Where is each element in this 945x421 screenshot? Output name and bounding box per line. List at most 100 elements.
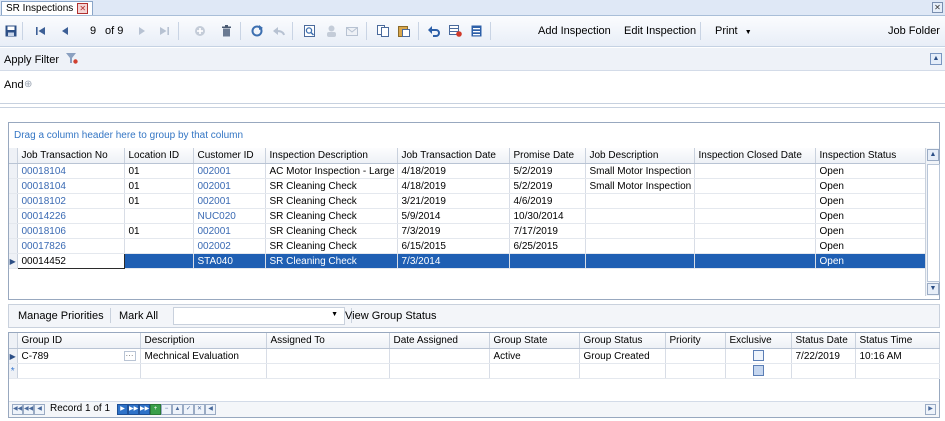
status-date-cell[interactable]: 7/22/2019 [791, 348, 856, 364]
exclusive-checkbox[interactable] [752, 365, 764, 377]
col-header-job-transaction-no[interactable]: Job Transaction No [17, 148, 125, 164]
last-record-icon[interactable] [157, 24, 171, 38]
paste-icon[interactable] [397, 24, 411, 38]
mark-all-select[interactable]: ▼ [173, 307, 345, 325]
refresh-icon[interactable] [250, 24, 264, 38]
nav-save-icon[interactable]: ✓ [183, 404, 194, 415]
scroll-down-icon[interactable]: ▼ [927, 283, 939, 295]
nav-next-page-icon[interactable]: ▶▶ [128, 404, 139, 415]
group-status-cell[interactable]: Group Created [579, 348, 666, 364]
nav-delete-icon[interactable]: − [161, 404, 172, 415]
search-document-icon[interactable] [303, 24, 317, 38]
table-row[interactable]: 00018104 01 002001 AC Motor Inspection - La… [9, 163, 927, 179]
job-description-cell[interactable] [585, 193, 695, 209]
inspection-closed-date-cell[interactable] [694, 193, 816, 209]
location-id-cell[interactable]: 01 [124, 178, 194, 194]
job-transaction-date-cell[interactable]: 6/15/2015 [397, 238, 510, 254]
priority-cell[interactable] [665, 348, 726, 364]
nav-append-icon[interactable]: + [150, 404, 161, 415]
job-transaction-date-cell[interactable]: 5/9/2014 [397, 208, 510, 224]
inspection-closed-date-cell[interactable] [694, 208, 816, 224]
customer-id-cell[interactable]: NUC020 [193, 208, 266, 224]
assigned-to-cell[interactable] [266, 348, 390, 364]
new-row-cell[interactable] [266, 363, 390, 379]
job-description-cell[interactable]: Small Motor Inspection [585, 178, 695, 194]
customer-id-cell[interactable]: STA040 [193, 253, 266, 269]
collapse-filter-icon[interactable]: ▲ [930, 53, 942, 65]
table-row[interactable]: 00017826 002002 SR Cleaning Check 6/15/2015… [9, 238, 927, 254]
new-row[interactable]: * [9, 363, 940, 379]
job-description-cell[interactable]: Small Motor Inspection [585, 163, 695, 179]
nav-next-icon[interactable]: ▶ [117, 404, 128, 415]
new-row-cell[interactable] [489, 363, 580, 379]
columns-list-icon[interactable] [469, 24, 483, 38]
col-header-group-status[interactable]: Group Status [579, 333, 666, 349]
customer-id-cell[interactable]: 002001 [193, 223, 266, 239]
new-row-cell[interactable] [855, 363, 940, 379]
current-row-indicator-icon[interactable]: ▶ [9, 253, 18, 269]
col-header-date-assigned[interactable]: Date Assigned [389, 333, 490, 349]
table-row[interactable]: ▶ 00014452 STA040 SR Cleaning Check 7/3/2014… [9, 253, 927, 269]
col-header-inspection-closed-date[interactable]: Inspection Closed Date [694, 148, 816, 164]
tab-close-icon[interactable]: ✕ [77, 3, 89, 14]
col-header-job-transaction-date[interactable]: Job Transaction Date [397, 148, 510, 164]
col-header-group-state[interactable]: Group State [489, 333, 580, 349]
window-close-icon[interactable]: ✕ [932, 2, 943, 13]
location-id-cell[interactable] [124, 238, 194, 254]
add-condition-icon[interactable]: ⊕ [24, 79, 32, 90]
customer-id-cell[interactable]: 002002 [193, 238, 266, 254]
job-transaction-no-cell[interactable]: 00018104 [17, 178, 125, 194]
group-by-panel[interactable]: Drag a column header here to group by th… [9, 123, 939, 148]
col-header-group-id[interactable]: Group ID [17, 333, 141, 349]
location-id-cell[interactable]: 01 [124, 163, 194, 179]
nav-first-page-icon[interactable]: ◀◀ [12, 404, 23, 415]
promise-date-cell[interactable]: 10/30/2014 [509, 208, 586, 224]
nav-edit-icon[interactable]: ▲ [172, 404, 183, 415]
manage-priorities-button[interactable]: Manage Priorities [18, 310, 104, 322]
inspection-status-cell[interactable]: Open [815, 253, 927, 269]
and-operator[interactable]: And [4, 79, 24, 91]
nav-prev-page-icon[interactable]: ◀◀ [23, 404, 34, 415]
job-description-cell[interactable] [585, 238, 695, 254]
new-row-exclusive-cell[interactable] [725, 363, 792, 379]
job-transaction-date-cell[interactable]: 3/21/2019 [397, 193, 510, 209]
col-header-customer-id[interactable]: Customer ID [193, 148, 266, 164]
promise-date-cell[interactable]: 5/2/2019 [509, 163, 586, 179]
table-row[interactable]: 00018106 01 002001 SR Cleaning Check 7/3/201… [9, 223, 927, 239]
scroll-right-icon[interactable]: ▶ [925, 404, 936, 415]
next-record-icon[interactable] [135, 24, 149, 38]
col-header-exclusive[interactable]: Exclusive [725, 333, 792, 349]
inspection-closed-date-cell[interactable] [694, 163, 816, 179]
record-position[interactable]: 9 [90, 25, 96, 37]
inspection-status-cell[interactable]: Open [815, 163, 927, 179]
group-state-cell[interactable]: Active [489, 348, 580, 364]
new-row-cell[interactable] [579, 363, 666, 379]
col-header-job-description[interactable]: Job Description [585, 148, 695, 164]
customer-id-cell[interactable]: 002001 [193, 178, 266, 194]
job-transaction-no-cell[interactable]: 00018104 [17, 163, 125, 179]
undo-icon[interactable] [427, 24, 441, 38]
row-indicator[interactable] [9, 238, 18, 254]
promise-date-cell[interactable]: 6/25/2015 [509, 238, 586, 254]
nav-last-icon[interactable]: ▶▶ [139, 404, 150, 415]
table-row[interactable]: ▶ C-789 ··· Mechnical Evaluation Active … [9, 348, 940, 364]
date-assigned-cell[interactable] [389, 348, 490, 364]
promise-date-cell[interactable]: 7/17/2019 [509, 223, 586, 239]
inspection-closed-date-cell[interactable] [694, 178, 816, 194]
email-icon[interactable] [345, 24, 359, 38]
nav-cancel-icon[interactable]: ✕ [194, 404, 205, 415]
group-id-cell[interactable]: C-789 ··· [17, 348, 141, 364]
col-header-priority[interactable]: Priority [665, 333, 726, 349]
inspection-status-cell[interactable]: Open [815, 208, 927, 224]
grid-options-icon[interactable] [448, 24, 462, 38]
status-time-cell[interactable]: 10:16 AM [855, 348, 940, 364]
location-id-cell[interactable] [124, 253, 194, 269]
job-transaction-date-cell[interactable]: 7/3/2014 [397, 253, 510, 269]
table-row[interactable]: 00018102 01 002001 SR Cleaning Check 3/21/20… [9, 193, 927, 209]
user-icon[interactable] [324, 24, 338, 38]
job-transaction-date-cell[interactable]: 7/3/2019 [397, 223, 510, 239]
scroll-left-icon[interactable]: ◀ [205, 404, 216, 415]
col-header-assigned-to[interactable]: Assigned To [266, 333, 390, 349]
inspection-status-cell[interactable]: Open [815, 178, 927, 194]
inspection-closed-date-cell[interactable] [694, 223, 816, 239]
